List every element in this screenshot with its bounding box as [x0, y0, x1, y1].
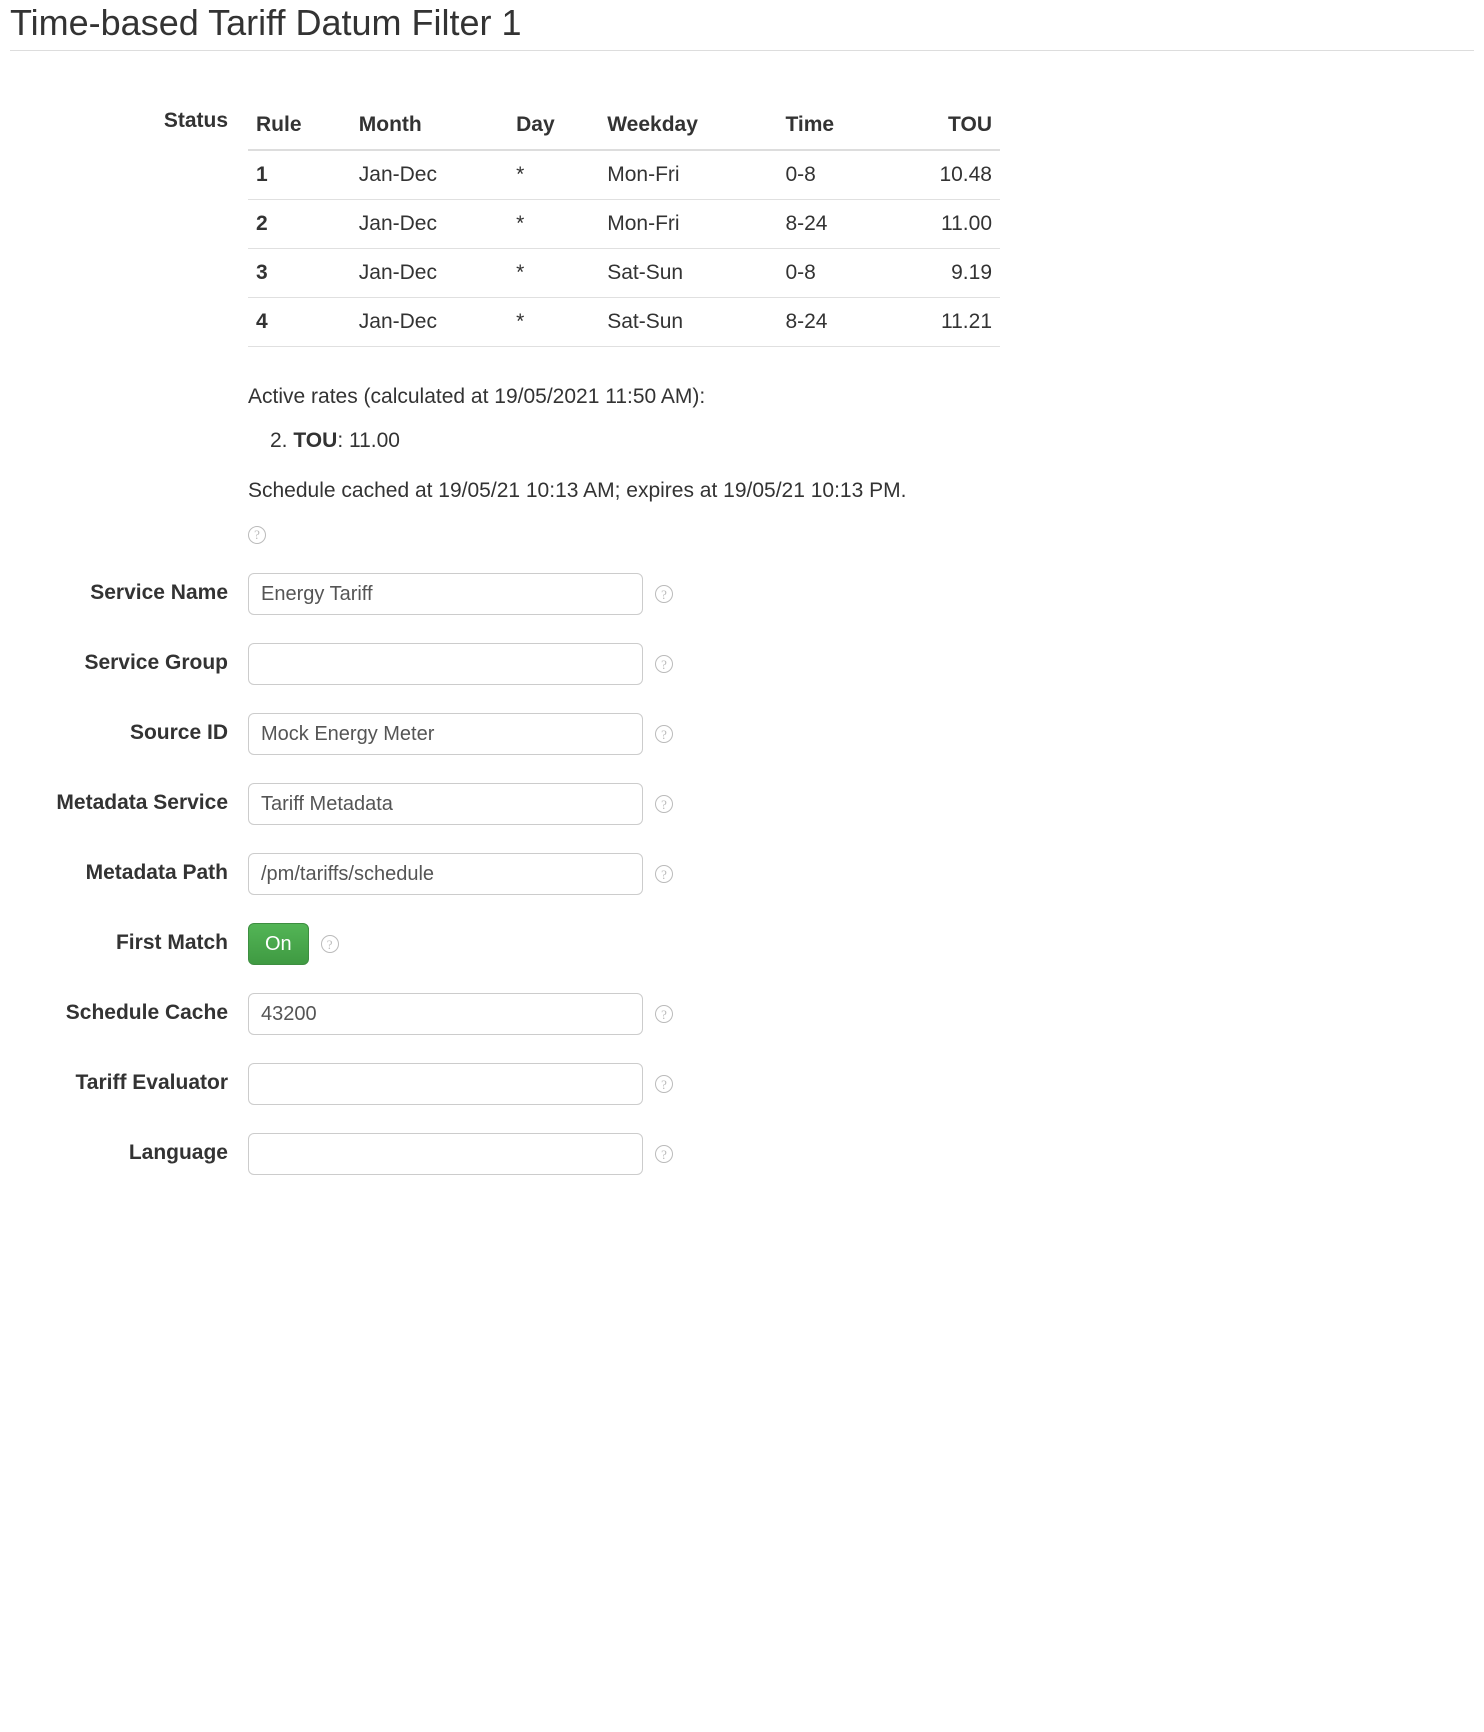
- cell-rule: 4: [248, 298, 351, 347]
- cell-month: Jan-Dec: [351, 298, 508, 347]
- table-row: 1 Jan-Dec * Mon-Fri 0-8 10.48: [248, 150, 1000, 200]
- help-icon[interactable]: ?: [655, 1075, 673, 1093]
- col-tou: TOU: [885, 101, 1000, 150]
- cell-weekday: Sat-Sun: [599, 298, 777, 347]
- source-id-label: Source ID: [10, 713, 248, 746]
- cell-tou: 11.21: [885, 298, 1000, 347]
- metadata-path-label: Metadata Path: [10, 853, 248, 886]
- help-icon[interactable]: ?: [321, 935, 339, 953]
- help-icon[interactable]: ?: [655, 865, 673, 883]
- table-row: 3 Jan-Dec * Sat-Sun 0-8 9.19: [248, 249, 1000, 298]
- help-icon[interactable]: ?: [655, 585, 673, 603]
- status-label: Status: [10, 101, 248, 134]
- source-id-input[interactable]: [248, 713, 643, 755]
- status-table-header-row: Rule Month Day Weekday Time TOU: [248, 101, 1000, 150]
- cell-day: *: [508, 200, 599, 249]
- active-rates-caption: Active rates (calculated at 19/05/2021 1…: [248, 385, 1000, 409]
- col-weekday: Weekday: [599, 101, 777, 150]
- help-icon[interactable]: ?: [655, 1145, 673, 1163]
- service-name-input[interactable]: [248, 573, 643, 615]
- table-row: 2 Jan-Dec * Mon-Fri 8-24 11.00: [248, 200, 1000, 249]
- table-row: 4 Jan-Dec * Sat-Sun 8-24 11.21: [248, 298, 1000, 347]
- help-icon[interactable]: ?: [655, 655, 673, 673]
- cell-month: Jan-Dec: [351, 150, 508, 200]
- first-match-label: First Match: [10, 923, 248, 956]
- service-group-label: Service Group: [10, 643, 248, 676]
- cell-rule: 1: [248, 150, 351, 200]
- cell-tou: 9.19: [885, 249, 1000, 298]
- cell-rule: 2: [248, 200, 351, 249]
- service-name-label: Service Name: [10, 573, 248, 606]
- active-rate-label: TOU: [293, 429, 337, 452]
- col-day: Day: [508, 101, 599, 150]
- cell-month: Jan-Dec: [351, 249, 508, 298]
- page-title: Time-based Tariff Datum Filter 1: [10, 0, 1474, 51]
- cell-weekday: Sat-Sun: [599, 249, 777, 298]
- metadata-service-input[interactable]: [248, 783, 643, 825]
- active-rate-line: 2. TOU: 11.00: [270, 429, 1000, 453]
- active-rate-index: 2.: [270, 429, 288, 452]
- cell-day: *: [508, 150, 599, 200]
- metadata-service-label: Metadata Service: [10, 783, 248, 816]
- cell-time: 8-24: [777, 298, 885, 347]
- cell-day: *: [508, 298, 599, 347]
- cell-time: 0-8: [777, 249, 885, 298]
- language-label: Language: [10, 1133, 248, 1166]
- cell-month: Jan-Dec: [351, 200, 508, 249]
- tariff-evaluator-input[interactable]: [248, 1063, 643, 1105]
- cell-day: *: [508, 249, 599, 298]
- cell-tou: 10.48: [885, 150, 1000, 200]
- metadata-path-input[interactable]: [248, 853, 643, 895]
- cell-tou: 11.00: [885, 200, 1000, 249]
- help-icon[interactable]: ?: [248, 526, 266, 544]
- tariff-evaluator-label: Tariff Evaluator: [10, 1063, 248, 1096]
- cell-weekday: Mon-Fri: [599, 200, 777, 249]
- first-match-toggle[interactable]: On: [248, 923, 309, 965]
- cell-time: 8-24: [777, 200, 885, 249]
- col-rule: Rule: [248, 101, 351, 150]
- col-month: Month: [351, 101, 508, 150]
- cell-weekday: Mon-Fri: [599, 150, 777, 200]
- active-rate-value: 11.00: [349, 429, 400, 452]
- help-icon[interactable]: ?: [655, 1005, 673, 1023]
- language-input[interactable]: [248, 1133, 643, 1175]
- help-icon[interactable]: ?: [655, 795, 673, 813]
- status-table: Rule Month Day Weekday Time TOU 1 Jan-De…: [248, 101, 1000, 347]
- help-icon[interactable]: ?: [655, 725, 673, 743]
- cell-time: 0-8: [777, 150, 885, 200]
- service-group-input[interactable]: [248, 643, 643, 685]
- schedule-cache-input[interactable]: [248, 993, 643, 1035]
- col-time: Time: [777, 101, 885, 150]
- cell-rule: 3: [248, 249, 351, 298]
- cache-caption: Schedule cached at 19/05/21 10:13 AM; ex…: [248, 479, 1000, 503]
- schedule-cache-label: Schedule Cache: [10, 993, 248, 1026]
